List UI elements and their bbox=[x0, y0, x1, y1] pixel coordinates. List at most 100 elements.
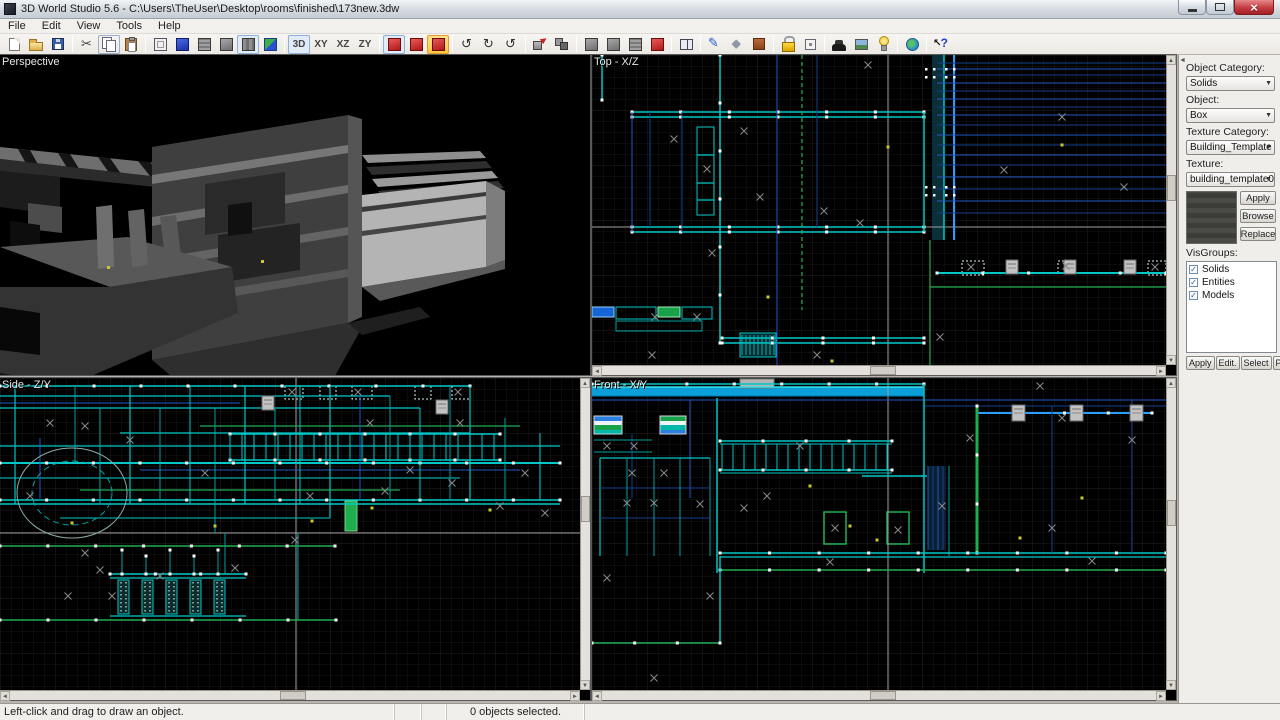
front-horizontal-scrollbar[interactable]: ◄ ► bbox=[592, 690, 1166, 700]
browse-texture-button[interactable]: Browse bbox=[1240, 209, 1276, 223]
object-dropdown[interactable]: Box ▼ bbox=[1186, 108, 1275, 123]
scroll-up-icon[interactable]: ▲ bbox=[1166, 378, 1176, 388]
replace-texture-button[interactable]: Replace bbox=[1240, 227, 1276, 241]
side-vertical-scrollbar[interactable]: ▲ ▼ bbox=[580, 378, 590, 690]
paste-button[interactable] bbox=[120, 35, 142, 54]
scroll-up-icon[interactable]: ▲ bbox=[1166, 55, 1176, 65]
visgroups-purge-button[interactable]: Purge bbox=[1273, 356, 1280, 370]
visgroup-item-models[interactable]: ✓Models bbox=[1189, 290, 1274, 301]
scroll-thumb[interactable] bbox=[581, 496, 590, 522]
select-mode-button[interactable] bbox=[383, 35, 405, 54]
new-button[interactable] bbox=[3, 35, 25, 54]
menu-view[interactable]: View bbox=[69, 19, 109, 33]
viewport-perspective[interactable]: Perspective bbox=[0, 55, 590, 375]
group-button[interactable] bbox=[624, 35, 646, 54]
eraser-button[interactable] bbox=[726, 35, 748, 54]
toolbar-separator bbox=[379, 36, 380, 52]
scene-button[interactable] bbox=[850, 35, 872, 54]
scroll-up-icon[interactable]: ▲ bbox=[580, 378, 590, 388]
object-category-dropdown[interactable]: Solids ▼ bbox=[1186, 76, 1275, 91]
hollow-button[interactable] bbox=[602, 35, 624, 54]
copy-button[interactable] bbox=[98, 35, 120, 54]
view-xy-button[interactable]: XY bbox=[310, 35, 332, 54]
maximize-button[interactable] bbox=[1206, 0, 1234, 15]
perspective-render bbox=[0, 55, 590, 375]
close-button[interactable] bbox=[1234, 0, 1274, 15]
viewport-front-xy[interactable]: Front - X/Y ▲ ▼ ◄ ► bbox=[592, 378, 1176, 700]
pen-button[interactable] bbox=[704, 35, 726, 54]
menu-file[interactable]: File bbox=[0, 19, 34, 33]
shaded-view-button[interactable] bbox=[215, 35, 237, 54]
align-button[interactable] bbox=[529, 35, 551, 54]
world-button[interactable] bbox=[901, 35, 923, 54]
side-horizontal-scrollbar[interactable]: ◄ ► bbox=[0, 690, 580, 700]
snap-button[interactable] bbox=[551, 35, 573, 54]
scroll-right-icon[interactable]: ► bbox=[1156, 691, 1166, 701]
visgroup-item-solids[interactable]: ✓Solids bbox=[1189, 264, 1274, 275]
texture-lock-button[interactable] bbox=[748, 35, 770, 54]
view-zy-button[interactable]: ZY bbox=[354, 35, 376, 54]
toolbar-separator bbox=[525, 36, 526, 52]
scale-mode-button[interactable] bbox=[427, 35, 449, 54]
solid-view-button[interactable] bbox=[171, 35, 193, 54]
rotate-y-button[interactable] bbox=[478, 35, 500, 54]
viewport-side-zy[interactable]: Side - Z/Y ▲ ▼ ◄ ► bbox=[0, 378, 590, 700]
panel-collapse-icon[interactable]: ◄ bbox=[1179, 57, 1186, 64]
front-vertical-scrollbar[interactable]: ▲ ▼ bbox=[1166, 378, 1176, 690]
entity-button[interactable] bbox=[799, 35, 821, 54]
menu-help[interactable]: Help bbox=[150, 19, 189, 33]
open-button[interactable] bbox=[25, 35, 47, 54]
lock-button[interactable] bbox=[777, 35, 799, 54]
view-xz-button[interactable]: XZ bbox=[332, 35, 354, 54]
world-icon bbox=[906, 38, 919, 51]
lightmap-view-button[interactable] bbox=[259, 35, 281, 54]
visgroup-checkbox[interactable]: ✓ bbox=[1189, 265, 1198, 274]
menu-edit[interactable]: Edit bbox=[34, 19, 69, 33]
texture-dropdown[interactable]: building_template01a ▼ bbox=[1186, 172, 1275, 187]
visgroup-item-entities[interactable]: ✓Entities bbox=[1189, 277, 1274, 288]
texture-category-dropdown[interactable]: Building_Template ▼ bbox=[1186, 140, 1275, 155]
scroll-thumb[interactable] bbox=[280, 691, 306, 700]
rotate-z-button[interactable] bbox=[500, 35, 522, 54]
flat-shaded-view-button[interactable] bbox=[193, 35, 215, 54]
ungroup-button[interactable] bbox=[646, 35, 668, 54]
wireframe-view-button[interactable] bbox=[149, 35, 171, 54]
visgroups-select-button[interactable]: Select bbox=[1241, 356, 1272, 370]
visgroup-checkbox[interactable]: ✓ bbox=[1189, 278, 1198, 287]
menu-tools[interactable]: Tools bbox=[108, 19, 150, 33]
scroll-left-icon[interactable]: ◄ bbox=[592, 691, 602, 701]
scroll-down-icon[interactable]: ▼ bbox=[1166, 680, 1176, 690]
visgroups-apply-button[interactable]: Apply bbox=[1186, 356, 1215, 370]
scroll-right-icon[interactable]: ► bbox=[1156, 366, 1166, 376]
save-button[interactable] bbox=[47, 35, 69, 54]
scroll-down-icon[interactable]: ▼ bbox=[1166, 355, 1176, 365]
vehicle-button[interactable] bbox=[828, 35, 850, 54]
light-button[interactable] bbox=[872, 35, 894, 54]
scroll-thumb[interactable] bbox=[870, 366, 896, 375]
visgroups-list[interactable]: ✓Solids ✓Entities ✓Models bbox=[1186, 261, 1277, 353]
scroll-thumb[interactable] bbox=[1167, 500, 1176, 526]
scroll-right-icon[interactable]: ► bbox=[570, 691, 580, 701]
scroll-down-icon[interactable]: ▼ bbox=[580, 680, 590, 690]
carve-button[interactable] bbox=[580, 35, 602, 54]
scroll-thumb[interactable] bbox=[870, 691, 896, 700]
context-help-button[interactable] bbox=[930, 35, 952, 54]
scroll-left-icon[interactable]: ◄ bbox=[592, 366, 602, 376]
cut-button[interactable] bbox=[76, 35, 98, 54]
visgroup-checkbox[interactable]: ✓ bbox=[1189, 291, 1198, 300]
scroll-left-icon[interactable]: ◄ bbox=[0, 691, 10, 701]
scroll-thumb[interactable] bbox=[1167, 175, 1176, 201]
rotate-x-button[interactable] bbox=[456, 35, 478, 54]
texture-preview[interactable] bbox=[1186, 191, 1237, 244]
visgroups-edit-button[interactable]: Edit. bbox=[1216, 356, 1240, 370]
top-vertical-scrollbar[interactable]: ▲ ▼ bbox=[1166, 55, 1176, 365]
mirror-button[interactable] bbox=[675, 35, 697, 54]
textured-view-button[interactable] bbox=[237, 35, 259, 54]
view-3d-button[interactable]: 3D bbox=[288, 35, 310, 54]
viewport-top-xz[interactable]: Top - X/Z ▲ ▼ ◄ ► bbox=[592, 55, 1176, 375]
move-mode-button[interactable] bbox=[405, 35, 427, 54]
top-horizontal-scrollbar[interactable]: ◄ ► bbox=[592, 365, 1166, 375]
apply-texture-button[interactable]: Apply bbox=[1240, 191, 1276, 205]
toolbar-separator bbox=[452, 36, 453, 52]
minimize-button[interactable] bbox=[1178, 0, 1206, 15]
